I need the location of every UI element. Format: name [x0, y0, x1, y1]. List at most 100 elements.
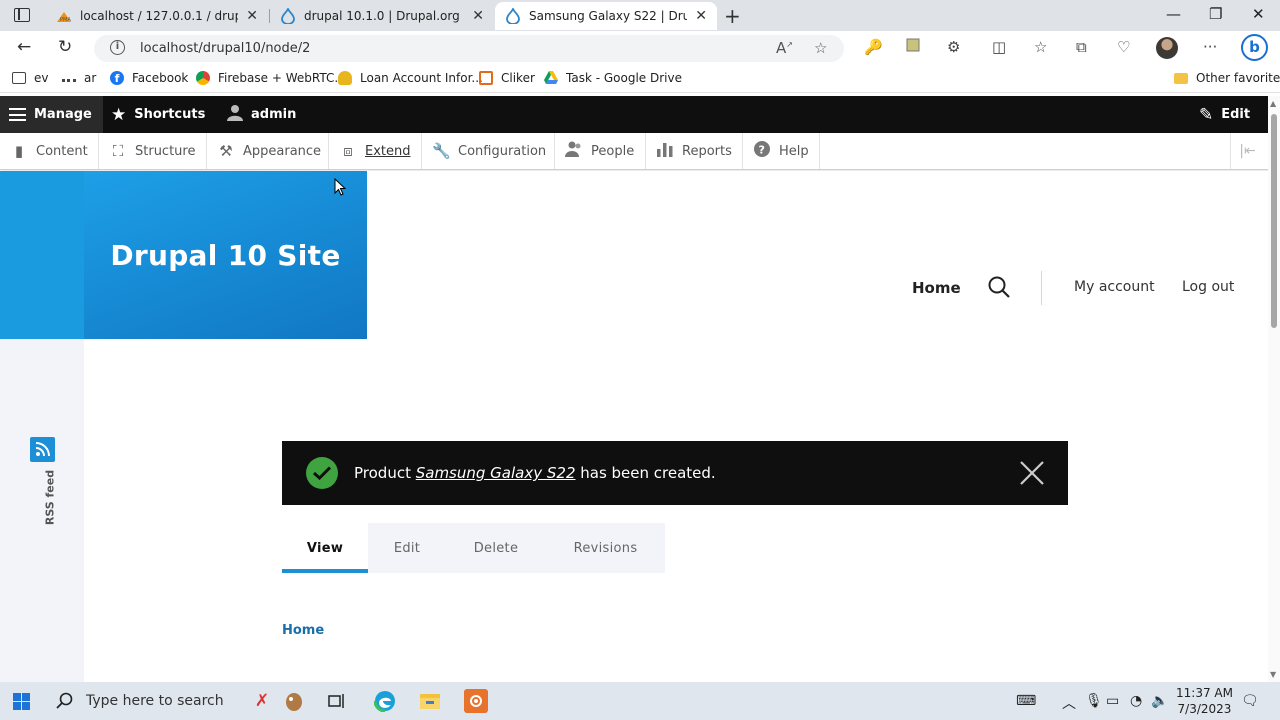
task-view-icon[interactable] [325, 689, 349, 713]
windows-start-icon[interactable] [13, 693, 30, 710]
refresh-icon[interactable]: ↻ [58, 37, 72, 57]
toolbar-edit[interactable]: ✎ Edit [1199, 96, 1250, 133]
minimize-icon[interactable]: — [1166, 5, 1181, 23]
address-bar[interactable]: i localhost/drupal10/node/2 A↗ ☆ [94, 35, 844, 62]
tray-item-content[interactable]: ▮ Content [0, 133, 99, 169]
wifi-icon[interactable]: ◔ [1130, 693, 1142, 709]
battery-icon[interactable]: ▭ [1106, 693, 1119, 709]
close-window-icon[interactable]: ✕ [1252, 5, 1265, 23]
people-icon [565, 141, 583, 161]
tray-item-reports[interactable]: Reports [646, 133, 743, 169]
volume-icon[interactable]: 🔈 [1151, 693, 1168, 709]
tab-edit[interactable]: Edit [368, 523, 446, 573]
bookmark-cliker[interactable]: Cliker [479, 71, 535, 85]
folder-icon [1174, 72, 1188, 84]
tray-orientation-toggle-icon[interactable]: |⇤ [1230, 133, 1264, 169]
toolbar-user[interactable]: admin [227, 96, 296, 133]
left-sidebar [0, 171, 84, 682]
tab-view[interactable]: View [282, 523, 368, 573]
recording-app-icon[interactable] [464, 689, 488, 713]
favorite-star-icon[interactable]: ☆ [814, 39, 827, 57]
rss-icon[interactable] [30, 437, 55, 462]
puzzle-icon: ⧈ [343, 142, 353, 160]
site-branding[interactable]: Drupal 10 Site [84, 171, 367, 339]
pinned-app-icon[interactable]: ✗ [250, 689, 274, 713]
favorites-icon[interactable]: ☆ [1034, 38, 1047, 56]
key-extension-icon[interactable]: 🔑 [864, 38, 883, 56]
scroll-up-icon[interactable]: ▲ [1270, 99, 1276, 108]
edge-browser-icon[interactable] [373, 689, 397, 713]
tray-item-structure[interactable]: ⛶ Structure [99, 133, 207, 169]
collections-icon[interactable]: ⧉ [1076, 38, 1087, 56]
pinned-app-icon[interactable] [282, 689, 306, 713]
breadcrumb[interactable]: Home [282, 623, 324, 638]
product-link[interactable]: Samsung Galaxy S22 [416, 464, 576, 482]
bing-icon[interactable]: b [1241, 34, 1268, 61]
facebook-icon: f [110, 71, 124, 85]
split-screen-icon[interactable]: ◫ [992, 38, 1006, 56]
bookmark-google-drive[interactable]: Task - Google Drive [544, 71, 682, 85]
nav-log-out[interactable]: Log out [1182, 279, 1234, 295]
toolbar-manage[interactable]: Manage [0, 96, 103, 133]
scrollbar-thumb[interactable] [1271, 114, 1277, 328]
profile-avatar[interactable] [1156, 37, 1178, 59]
browser-tab-drupal-org[interactable]: drupal 10.1.0 | Drupal.org ✕ [270, 2, 494, 30]
close-tab-icon[interactable]: ✕ [246, 8, 258, 24]
keyboard-layout-icon[interactable]: ⌨ [1016, 693, 1036, 709]
site-info-icon[interactable]: i [110, 40, 125, 55]
tab-revisions[interactable]: Revisions [546, 523, 665, 573]
tray-item-appearance[interactable]: ⚒ Appearance [207, 133, 329, 169]
tab-delete[interactable]: Delete [446, 523, 546, 573]
rss-feed-label[interactable]: RSS feed [44, 468, 57, 528]
browser-essentials-icon[interactable]: ♡ [1117, 38, 1130, 56]
browser-tab-phpmyadmin[interactable]: PMA localhost / 127.0.0.1 / drupal10 | ✕ [46, 2, 268, 30]
read-aloud-icon[interactable]: A↗ [776, 39, 793, 57]
page-content: Drupal 10 Site Home My account Log out R… [0, 171, 1268, 682]
close-tab-icon[interactable]: ✕ [472, 8, 484, 24]
main-nav-home[interactable]: Home [912, 279, 961, 297]
browser-tab-strip: PMA localhost / 127.0.0.1 / drupal10 | ✕… [0, 0, 1280, 31]
site-name[interactable]: Drupal 10 Site [110, 239, 340, 272]
drupal-drop-icon [505, 8, 521, 24]
new-tab-icon[interactable]: + [724, 4, 741, 28]
browser-tab-active[interactable]: Samsung Galaxy S22 | Drupal 10 ✕ [495, 2, 717, 30]
drupal-admin-toolbar: Manage ★ Shortcuts admin ✎ Edit [0, 96, 1280, 133]
url-text[interactable]: localhost/drupal10/node/2 [140, 41, 310, 56]
bookmark-other-favorites[interactable]: Other favorites [1174, 71, 1280, 85]
bookmark-ar[interactable]: ar [62, 71, 96, 85]
close-tab-icon[interactable]: ✕ [695, 8, 707, 24]
tray-item-extend[interactable]: ⧈ Extend [329, 133, 422, 169]
back-icon[interactable]: ← [17, 37, 31, 57]
status-message: Product Samsung Galaxy S22 has been crea… [282, 441, 1068, 505]
toolbar-shortcuts[interactable]: ★ Shortcuts [111, 96, 205, 133]
more-menu-icon[interactable]: ··· [1203, 38, 1217, 56]
chrome-icon [196, 71, 210, 85]
tray-item-configuration[interactable]: 🔧 Configuration [422, 133, 555, 169]
page-scrollbar[interactable]: ▲ ▼ [1268, 96, 1280, 682]
tab-actions-icon[interactable] [14, 8, 30, 22]
extensions-icon[interactable]: ⚙ [947, 38, 960, 56]
file-explorer-icon[interactable] [418, 689, 442, 713]
microphone-icon[interactable]: 🎙 [1085, 693, 1103, 709]
tray-item-people[interactable]: People [555, 133, 646, 169]
bookmark-ev[interactable]: ev [12, 71, 48, 85]
nav-my-account[interactable]: My account [1074, 279, 1155, 295]
notification-icon[interactable]: 🗨 [1241, 693, 1259, 709]
hamburger-icon [9, 108, 26, 121]
bookmark-firebase[interactable]: Firebase + WebRTC... [196, 71, 346, 85]
bars-icon [62, 74, 76, 82]
search-icon[interactable] [987, 275, 1011, 299]
tray-item-help[interactable]: ? Help [743, 133, 820, 169]
notes-extension-icon[interactable] [906, 38, 920, 56]
browser-navbar: ← ↻ i localhost/drupal10/node/2 A↗ ☆ [0, 31, 1280, 65]
scroll-down-icon[interactable]: ▼ [1270, 670, 1276, 679]
system-clock[interactable]: 11:37 AM 7/3/2023 [1176, 685, 1233, 717]
structure-icon: ⛶ [112, 142, 124, 160]
bookmark-facebook[interactable]: f Facebook [110, 71, 188, 85]
chevron-up-icon[interactable]: ︿ [1062, 693, 1076, 713]
restore-icon[interactable]: ❐ [1209, 5, 1222, 23]
bookmark-loan[interactable]: Loan Account Infor... [338, 71, 483, 85]
close-message-icon[interactable] [1018, 459, 1046, 487]
local-tasks: View Edit Delete Revisions [282, 523, 665, 573]
google-drive-icon [544, 71, 558, 85]
